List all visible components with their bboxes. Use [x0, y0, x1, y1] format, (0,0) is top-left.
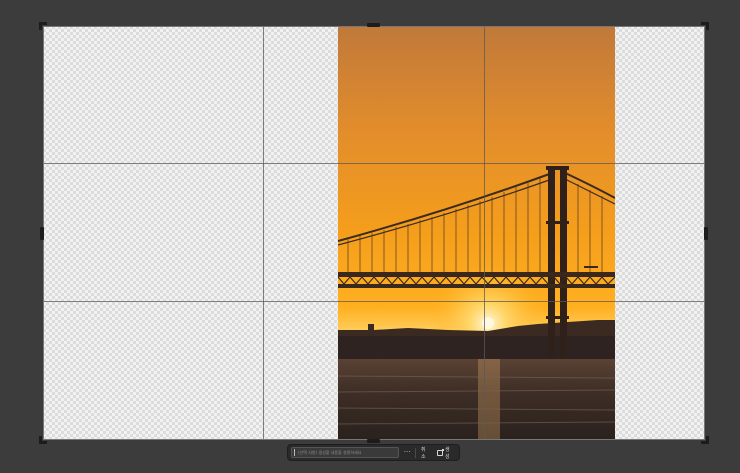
crop-handle-top-left[interactable]	[39, 22, 47, 30]
crop-handle-top-right[interactable]	[701, 22, 709, 30]
canvas[interactable]	[43, 26, 705, 440]
workspace: (선택 사항) 생성할 내용을 설명하세요 ··· 취소 생성	[0, 0, 740, 473]
grid-line-horizontal-2	[43, 301, 705, 302]
generate-label: 생성	[445, 446, 450, 460]
prompt-placeholder: (선택 사항) 생성할 내용을 설명하세요	[298, 449, 362, 455]
more-options-button[interactable]: ···	[402, 447, 412, 458]
separator	[415, 447, 417, 458]
crop-handle-bottom-left[interactable]	[39, 436, 47, 444]
cancel-button[interactable]: 취소	[419, 446, 432, 460]
crop-handle-top[interactable]	[367, 23, 380, 27]
crop-handle-bottom[interactable]	[367, 439, 380, 443]
cancel-label: 취소	[421, 446, 426, 460]
crop-handle-right[interactable]	[704, 227, 708, 240]
grid-line-vertical-1	[263, 26, 264, 440]
generative-fill-icon	[437, 448, 444, 456]
more-horizontal-icon: ···	[403, 448, 411, 456]
crop-handle-left[interactable]	[40, 227, 44, 240]
grid-line-horizontal-1	[43, 163, 705, 164]
crop-handle-bottom-right[interactable]	[701, 436, 709, 444]
grid-line-vertical-2	[484, 26, 485, 440]
sunset-bridge-photo	[338, 26, 615, 440]
contextual-task-bar: (선택 사항) 생성할 내용을 설명하세요 ··· 취소 생성	[287, 444, 460, 461]
generate-button[interactable]: 생성	[435, 446, 456, 460]
generative-prompt-input[interactable]: (선택 사항) 생성할 내용을 설명하세요	[291, 447, 400, 458]
